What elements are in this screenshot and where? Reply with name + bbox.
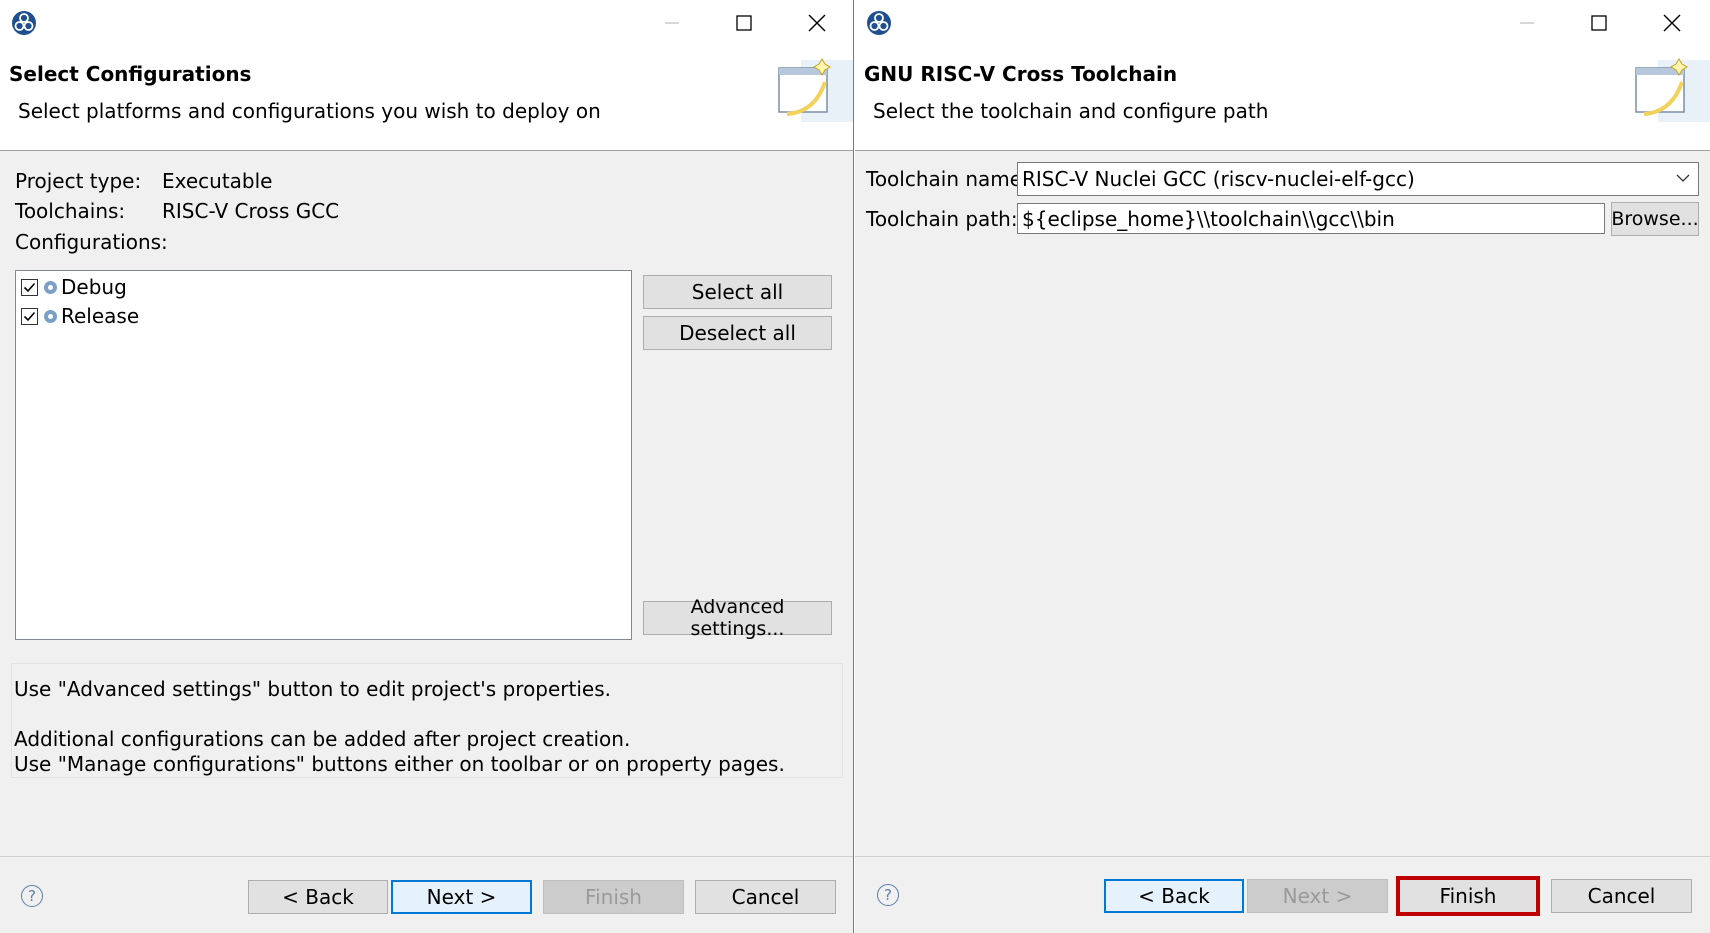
maximize-button[interactable] <box>1579 6 1619 40</box>
info-line: Additional configurations can be added a… <box>14 727 631 751</box>
close-icon <box>1663 14 1681 32</box>
release-checkbox[interactable] <box>21 307 38 325</box>
toolchains-label: Toolchains: <box>15 199 126 223</box>
minimize-icon <box>665 22 679 24</box>
next-button[interactable]: Next > <box>391 880 532 914</box>
title-bar[interactable] <box>0 0 853 46</box>
wizard-header: Select Configurations Select platforms a… <box>0 46 853 151</box>
help-icon[interactable]: ? <box>21 885 43 907</box>
title-bar[interactable] <box>855 0 1710 46</box>
toolchain-name-label: Toolchain name: <box>866 167 1029 191</box>
project-type-label: Project type: <box>15 169 142 193</box>
next-button[interactable]: Next > <box>1247 879 1388 913</box>
debug-checkbox[interactable] <box>21 278 38 296</box>
close-button[interactable] <box>1652 6 1692 40</box>
finish-button[interactable]: Finish <box>1396 876 1540 916</box>
finish-button[interactable]: Finish <box>543 880 684 914</box>
close-icon <box>808 14 826 32</box>
minimize-button[interactable] <box>1507 6 1547 40</box>
page-subtitle: Select the toolchain and configure path <box>873 99 1269 123</box>
gnu-riscv-toolchain-dialog: GNU RISC-V Cross Toolchain Select the to… <box>855 0 1710 933</box>
close-button[interactable] <box>797 6 837 40</box>
cancel-button[interactable]: Cancel <box>1551 879 1692 913</box>
page-title: GNU RISC-V Cross Toolchain <box>864 62 1178 86</box>
configuration-icon <box>44 280 57 294</box>
help-icon[interactable]: ? <box>877 884 899 906</box>
wizard-header: GNU RISC-V Cross Toolchain Select the to… <box>855 46 1710 151</box>
select-all-button[interactable]: Select all <box>643 275 832 309</box>
info-line: Use "Manage configurations" buttons eith… <box>14 752 785 776</box>
project-type-value: Executable <box>162 169 273 193</box>
configuration-icon <box>44 309 57 323</box>
select-configurations-dialog: Select Configurations Select platforms a… <box>0 0 854 933</box>
toolchain-path-label: Toolchain path: <box>866 207 1018 231</box>
toolchain-name-dropdown[interactable]: RISC-V Nuclei GCC (riscv-nuclei-elf-gcc) <box>1017 162 1699 196</box>
browse-button[interactable]: Browse... <box>1611 202 1699 236</box>
maximize-icon <box>736 15 752 31</box>
toolchains-value: RISC-V Cross GCC <box>162 199 340 223</box>
deselect-all-button[interactable]: Deselect all <box>643 316 832 350</box>
wizard-banner-icon <box>778 58 853 122</box>
cancel-button[interactable]: Cancel <box>695 880 836 914</box>
minimize-button[interactable] <box>652 6 692 40</box>
wizard-banner-icon <box>1635 58 1710 122</box>
back-button[interactable]: < Back <box>1104 879 1244 913</box>
advanced-settings-button[interactable]: Advanced settings... <box>643 596 832 640</box>
list-item[interactable]: Debug <box>21 274 127 300</box>
app-icon <box>12 11 36 35</box>
configurations-label: Configurations: <box>15 230 168 254</box>
list-item[interactable]: Release <box>21 303 139 329</box>
info-panel: Use "Advanced settings" button to edit p… <box>11 663 843 778</box>
page-subtitle: Select platforms and configurations you … <box>18 99 601 123</box>
chevron-down-icon <box>1676 174 1690 182</box>
footer-divider <box>855 856 1710 857</box>
configuration-name: Debug <box>61 275 127 299</box>
maximize-icon <box>1591 15 1607 31</box>
info-line: Use "Advanced settings" button to edit p… <box>14 677 612 701</box>
toolchain-path-input[interactable] <box>1017 203 1605 234</box>
toolchain-name-value: RISC-V Nuclei GCC (riscv-nuclei-elf-gcc) <box>1022 167 1415 191</box>
configuration-name: Release <box>61 304 140 328</box>
checkmark-icon <box>23 311 36 321</box>
maximize-button[interactable] <box>724 6 764 40</box>
configurations-list[interactable]: Debug Release <box>15 270 632 640</box>
back-button[interactable]: < Back <box>248 880 388 914</box>
app-icon <box>867 11 891 35</box>
page-title: Select Configurations <box>9 62 252 86</box>
footer-divider <box>0 856 853 857</box>
minimize-icon <box>1520 22 1534 24</box>
checkmark-icon <box>23 282 36 292</box>
